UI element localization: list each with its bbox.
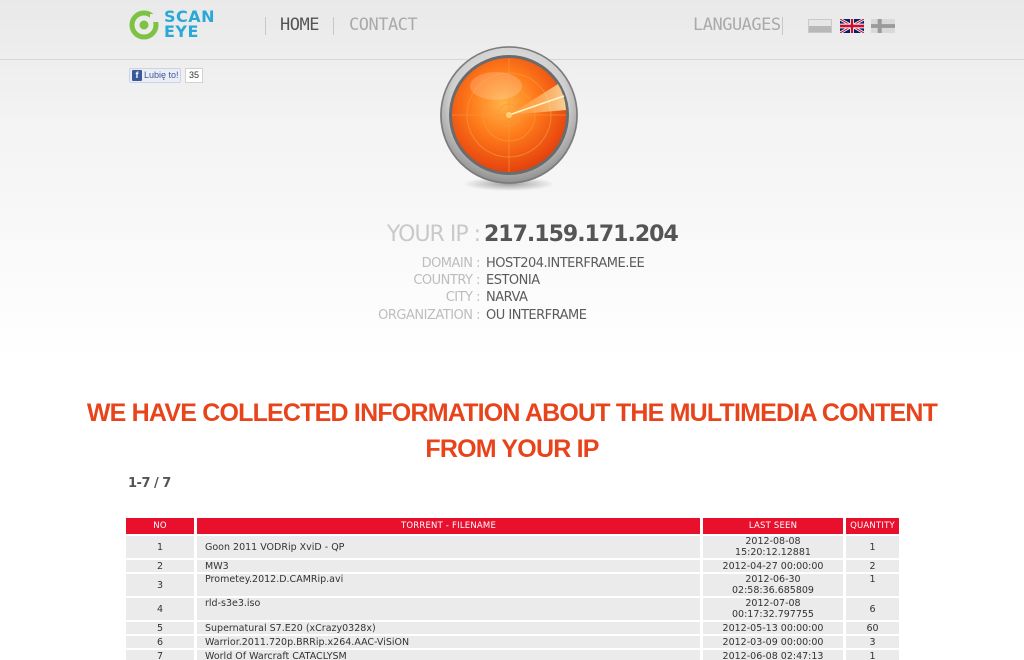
collected-info-heading: WE HAVE COLLECTED INFORMATION ABOUT THE … <box>0 395 1024 467</box>
row-last-seen: 2012-08-08 15:20:12.12881 <box>703 536 843 558</box>
row-quantity: 60 <box>846 622 899 634</box>
city-value: NARVA <box>486 290 528 305</box>
last-seen-line: 00:17:32.797755 <box>732 609 814 620</box>
table-row: 4 rld-s3e3.iso 2012-07-08 00:17:32.797755… <box>126 598 899 620</box>
table-row: 3 Prometey.2012.D.CAMRip.avi 2012-06-30 0… <box>126 574 899 596</box>
row-filename: rld-s3e3.iso <box>197 598 700 620</box>
row-number: 4 <box>126 598 194 620</box>
last-seen-line: 2012-03-09 00:00:00 <box>722 636 824 648</box>
city-label: CITY : <box>445 290 481 305</box>
row-last-seen: 2012-05-13 00:00:00 <box>703 622 843 634</box>
country-label: COUNTRY : <box>413 273 480 288</box>
facebook-icon: f <box>132 70 142 81</box>
organization-value: OU INTERFRAME <box>486 308 587 323</box>
row-filename: World Of Warcraft CATACLYSM <box>197 650 700 660</box>
organization-row: ORGANIZATION : OU INTERFRAME <box>0 308 1024 326</box>
your-ip-row: YOUR IP : 217.159.171.204 <box>0 222 1024 252</box>
row-last-seen: 2012-04-27 00:00:00 <box>703 560 843 572</box>
row-number: 5 <box>126 622 194 634</box>
facebook-like-button[interactable]: f Lubię to! <box>129 68 181 83</box>
row-filename: Prometey.2012.D.CAMRip.avi <box>197 574 700 596</box>
domain-value: HOST204.INTERFRAME.EE <box>486 256 645 271</box>
table-header-row: NO TORRENT - FILENAME LAST SEEN QUANTITY <box>126 518 899 534</box>
nav-home-link[interactable]: HOME <box>280 15 319 35</box>
results-count: 1-7 / 7 <box>128 476 171 491</box>
flag-fi-icon[interactable] <box>871 19 895 33</box>
eye-logo-icon <box>129 10 159 40</box>
row-last-seen: 2012-03-09 00:00:00 <box>703 636 843 648</box>
row-filename: Goon 2011 VODRip XviD - QP <box>197 536 700 558</box>
row-last-seen: 2012-06-30 02:58:36.685809 <box>703 574 843 596</box>
column-header-no[interactable]: NO <box>126 518 194 534</box>
nav-divider <box>265 17 266 35</box>
your-ip-label: YOUR IP : <box>386 222 481 247</box>
row-last-seen: 2012-07-08 00:17:32.797755 <box>703 598 843 620</box>
last-seen-line: 2012-05-13 00:00:00 <box>722 622 824 634</box>
row-quantity: 2 <box>846 560 899 572</box>
nav-contact-link[interactable]: CONTACT <box>349 15 418 35</box>
row-quantity: 6 <box>846 598 899 620</box>
row-number: 7 <box>126 650 194 660</box>
column-header-last-seen[interactable]: LAST SEEN <box>703 518 843 534</box>
row-filename: Warrior.2011.720p.BRRip.x264.AAC-ViSiON <box>197 636 700 648</box>
row-quantity: 1 <box>846 650 899 660</box>
heading-line-2: FROM YOUR IP <box>425 435 599 463</box>
facebook-like-count: 35 <box>185 68 203 83</box>
facebook-like-label: Lubię to! <box>144 70 179 80</box>
flag-pl-icon[interactable] <box>808 19 832 33</box>
domain-label: DOMAIN : <box>421 256 481 271</box>
country-value: ESTONIA <box>486 273 540 288</box>
row-number: 2 <box>126 560 194 572</box>
row-filename: Supernatural S7.E20 (xCrazy0328x) <box>197 622 700 634</box>
column-header-quantity[interactable]: QUANTITY <box>846 518 899 534</box>
table-row: 2 MW3 2012-04-27 00:00:00 2 <box>126 560 899 572</box>
last-seen-line: 2012-07-08 <box>745 598 801 609</box>
row-quantity: 1 <box>846 536 899 558</box>
table-row: 5 Supernatural S7.E20 (xCrazy0328x) 2012… <box>126 622 899 634</box>
heading-line-1: WE HAVE COLLECTED INFORMATION ABOUT THE … <box>86 399 938 427</box>
row-filename: MW3 <box>197 560 700 572</box>
last-seen-line: 2012-06-30 <box>745 574 801 585</box>
nav-languages-link[interactable]: LANGUAGES <box>693 15 781 35</box>
row-last-seen: 2012-06-08 02:47:13 <box>703 650 843 660</box>
table-row: 6 Warrior.2011.720p.BRRip.x264.AAC-ViSiO… <box>126 636 899 648</box>
table-row: 1 Goon 2011 VODRip XviD - QP 2012-08-08 … <box>126 536 899 558</box>
country-row: COUNTRY : ESTONIA <box>0 273 1024 291</box>
nav-divider <box>782 17 783 35</box>
table-row: 7 World Of Warcraft CATACLYSM 2012-06-08… <box>126 650 899 660</box>
logo-text: SCAN EYE <box>164 9 244 41</box>
domain-row: DOMAIN : HOST204.INTERFRAME.EE <box>0 256 1024 274</box>
row-quantity: 3 <box>846 636 899 648</box>
column-header-filename[interactable]: TORRENT - FILENAME <box>197 518 700 534</box>
row-number: 6 <box>126 636 194 648</box>
row-number: 3 <box>126 574 194 596</box>
your-ip-value: 217.159.171.204 <box>484 222 679 247</box>
flag-uk-icon[interactable] <box>840 19 864 33</box>
row-number: 1 <box>126 536 194 558</box>
last-seen-line: 2012-08-08 15:20:12.12881 <box>735 536 811 558</box>
torrent-results-table: NO TORRENT - FILENAME LAST SEEN QUANTITY… <box>123 516 902 660</box>
logo-line-2: EYE <box>164 22 199 41</box>
last-seen-line: 2012-06-08 02:47:13 <box>722 650 824 660</box>
radar-icon <box>440 46 578 191</box>
row-quantity: 1 <box>846 574 899 596</box>
nav-divider <box>333 17 334 35</box>
city-row: CITY : NARVA <box>0 290 1024 308</box>
last-seen-line: 2012-04-27 00:00:00 <box>722 560 824 572</box>
last-seen-line: 02:58:36.685809 <box>732 585 814 596</box>
organization-label: ORGANIZATION : <box>378 308 480 323</box>
